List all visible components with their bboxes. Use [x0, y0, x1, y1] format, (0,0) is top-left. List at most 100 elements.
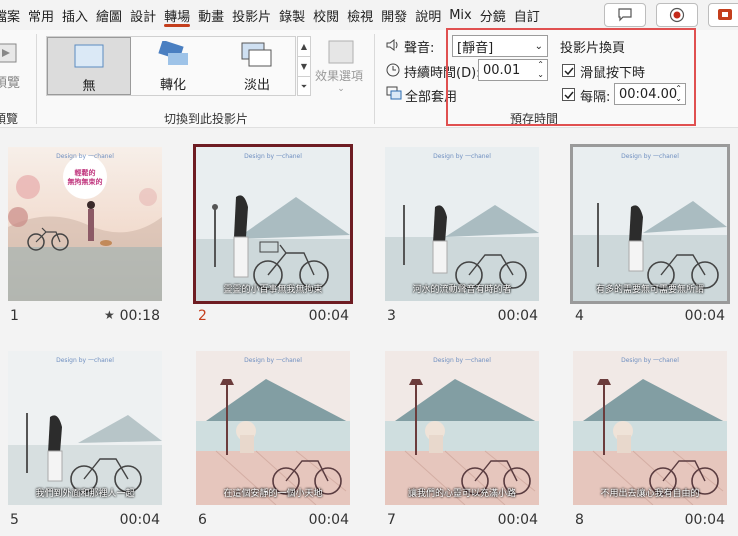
- slide-image: [385, 147, 539, 301]
- gallery-more[interactable]: ⏷: [298, 77, 310, 97]
- slide-thumbnail-8[interactable]: Design by 一chanel 不用出去讓心我有自由的: [573, 351, 727, 505]
- tab-file[interactable]: 檔案: [0, 0, 24, 30]
- effect-options-label: 效果選項: [314, 69, 363, 83]
- group-divider: [36, 34, 37, 124]
- after-checkbox[interactable]: [562, 88, 575, 101]
- slide-image: [8, 351, 162, 505]
- duration-spinner[interactable]: 00.01 ⌃ ⌄: [478, 59, 548, 81]
- tab-custom[interactable]: 自訂: [510, 0, 544, 30]
- slide-duration-4: 00:04: [684, 308, 725, 324]
- ribbon-panel: 預覽 預覽 無 轉化 淡出 ▲ ▼ ⏷ 效果選項 ⌄ 切換到此投影片 聲音: […: [0, 30, 738, 128]
- apply-all-icon: [386, 86, 402, 100]
- gallery-scroll-up[interactable]: ▲: [298, 37, 310, 57]
- slide-duration-6: 00:04: [308, 512, 349, 528]
- slide-bubble-text: 輕鬆的 無拘無束的: [67, 169, 103, 186]
- spinner-arrows-icon[interactable]: ⌃ ⌄: [675, 84, 682, 104]
- slide-duration-5: 00:04: [119, 512, 160, 528]
- record-button[interactable]: [656, 3, 698, 27]
- sound-dropdown[interactable]: [靜音] ⌄: [452, 35, 548, 57]
- duration-value: 00.01: [483, 62, 521, 78]
- slide-design-text: Design by 一chanel: [244, 357, 302, 364]
- slide-duration-3: 00:04: [497, 308, 538, 324]
- tab-insert[interactable]: 插入: [58, 0, 92, 30]
- slide-caption-2: 靈靈的小百事無我無拘束: [223, 285, 323, 295]
- transition-morph-label: 轉化: [159, 78, 186, 93]
- slide-thumbnail-7[interactable]: Design by 一chanel 讓我們的心靈可以充滿小路: [385, 351, 539, 505]
- slide-caption-6: 在這個安靜的一個小天地: [223, 489, 323, 499]
- comments-button[interactable]: [604, 3, 646, 27]
- clock-icon: [386, 63, 400, 77]
- slide-duration-2: 00:04: [308, 308, 349, 324]
- slide-number-7: 7: [387, 512, 396, 528]
- slide-caption-8: 不用出去讓心我有自由的: [600, 489, 700, 499]
- checkmark-icon: [563, 67, 574, 75]
- slide-number-2: 2: [198, 308, 207, 324]
- tab-review[interactable]: 校閱: [309, 0, 343, 30]
- gallery-scroll-down[interactable]: ▼: [298, 57, 310, 77]
- timing-group-label: 預存時間: [510, 112, 559, 126]
- on-mouse-click-label: 滑鼠按下時: [580, 66, 646, 81]
- transition-fade[interactable]: 淡出: [215, 37, 299, 95]
- after-label: 每隔:: [580, 90, 611, 105]
- gallery-scroll[interactable]: ▲ ▼ ⏷: [297, 36, 311, 96]
- slide-thumbnail-5[interactable]: Design by 一chanel 我們到外面和那裡人一起: [8, 351, 162, 505]
- tab-animations[interactable]: 動畫: [194, 0, 228, 30]
- slide-thumbnail-2[interactable]: Design by 一chanel 靈靈的小百事無我無拘束: [193, 144, 353, 304]
- tab-mix[interactable]: Mix: [445, 0, 476, 30]
- comment-icon: [618, 8, 632, 22]
- checkmark-icon: [563, 91, 574, 99]
- slide-number-6: 6: [198, 512, 207, 528]
- fade-transition-icon: [241, 42, 272, 67]
- tab-slideshow[interactable]: 投影片: [228, 0, 275, 30]
- preview-group-label: 預覽: [0, 112, 19, 126]
- slide-image: [573, 351, 727, 505]
- slide-number-5: 5: [10, 512, 19, 528]
- slide-image: [573, 147, 727, 301]
- transition-none-label: 無: [82, 79, 96, 94]
- effect-options-button[interactable]: 效果選項 ⌄: [315, 40, 366, 100]
- transition-morph[interactable]: 轉化: [131, 37, 215, 95]
- slide-thumbnail-4[interactable]: Design by 一chanel 有多的需要無可需要無所謂: [570, 144, 730, 304]
- slide-sorter: 輕鬆的 無拘無束的 Design by 一chanel 1 ★ 00:18 De…: [0, 129, 738, 536]
- slide-number-3: 3: [387, 308, 396, 324]
- preview-button[interactable]: 預覽: [0, 40, 24, 100]
- tab-help[interactable]: 說明: [411, 0, 445, 30]
- slide-thumbnail-1[interactable]: 輕鬆的 無拘無束的 Design by 一chanel: [8, 147, 162, 301]
- tab-developer[interactable]: 開發: [377, 0, 411, 30]
- slide-thumbnail-3[interactable]: Design by 一chanel 河水的流動聲音有時的者: [385, 147, 539, 301]
- transition-none[interactable]: 無: [47, 37, 131, 95]
- tab-home[interactable]: 常用: [24, 0, 58, 30]
- slide-caption-3: 河水的流動聲音有時的者: [412, 285, 512, 295]
- spinner-arrows-icon[interactable]: ⌃ ⌄: [537, 60, 544, 80]
- slide-number-1: 1: [10, 308, 19, 324]
- sound-value: [靜音]: [457, 40, 494, 56]
- slide-number-4: 4: [575, 308, 584, 324]
- slide-image: [385, 351, 539, 505]
- duration-label: 持續時間(D):: [404, 66, 481, 81]
- transition-group-label: 切換到此投影片: [164, 112, 249, 126]
- on-mouse-click-checkbox[interactable]: [562, 64, 575, 77]
- after-time-spinner[interactable]: 00:04.00 ⌃ ⌄: [614, 83, 686, 105]
- tab-transitions[interactable]: 轉場: [160, 0, 194, 30]
- tab-design[interactable]: 設計: [126, 0, 160, 30]
- tab-view[interactable]: 檢視: [343, 0, 377, 30]
- slide-design-text: Design by 一chanel: [433, 153, 491, 160]
- tab-draw[interactable]: 繪圖: [92, 0, 126, 30]
- slide-thumbnail-6[interactable]: Design by 一chanel 在這個安靜的一個小天地: [196, 351, 350, 505]
- tab-storyboard[interactable]: 分鏡: [476, 0, 510, 30]
- none-transition-icon: [74, 44, 104, 68]
- preview-label: 預覽: [0, 76, 21, 91]
- sound-label: 聲音:: [404, 41, 435, 56]
- slide-caption-7: 讓我們的心靈可以充滿小路: [407, 489, 516, 499]
- slide-caption-5: 我們到外面和那裡人一起: [35, 489, 135, 499]
- present-button[interactable]: [708, 3, 738, 27]
- transition-fade-label: 淡出: [243, 78, 270, 93]
- apply-all-button[interactable]: 全部套用: [405, 86, 457, 105]
- chevron-down-icon: ⌄: [337, 84, 345, 94]
- tab-record[interactable]: 錄製: [275, 0, 309, 30]
- present-icon: [718, 9, 732, 20]
- slide-design-text: Design by 一chanel: [621, 357, 679, 364]
- slide-image: [196, 147, 350, 301]
- slide-design-text: Design by 一chanel: [56, 357, 114, 364]
- slide-duration-8: 00:04: [684, 512, 725, 528]
